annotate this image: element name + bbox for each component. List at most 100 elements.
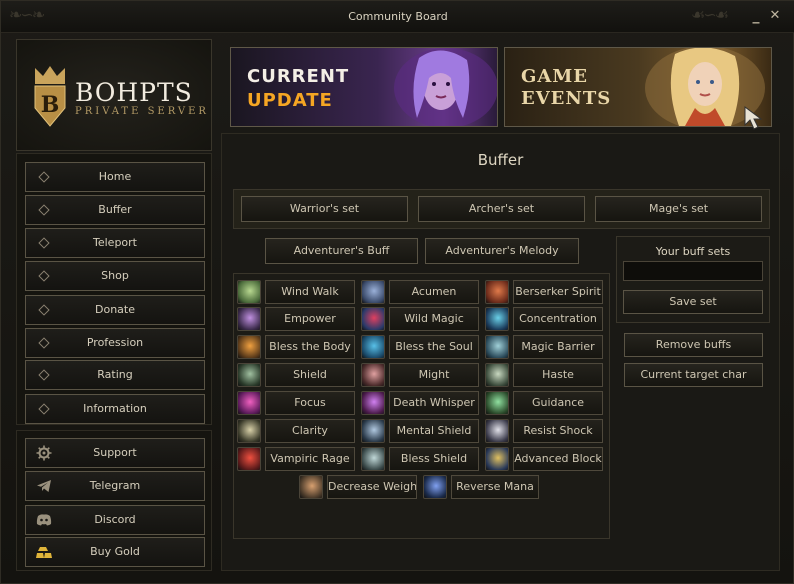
gear-icon	[36, 445, 52, 461]
gold-bars-icon	[36, 547, 52, 558]
haste-skill-icon	[485, 363, 509, 387]
shield-skill-icon	[237, 363, 261, 387]
nav-telegram-button[interactable]: Telegram	[25, 471, 205, 501]
berserker-spirit-skill-button[interactable]: Berserker Spirit	[513, 280, 603, 304]
empower-skill-icon	[237, 307, 261, 331]
title-bar[interactable]: ❧∽❧ Community Board ☙∽☙ _ ✕	[1, 1, 794, 33]
focus-skill-icon	[237, 391, 261, 415]
telegram-icon	[37, 480, 51, 492]
advanced-block-skill-icon	[485, 447, 509, 471]
bless-the-soul-skill-icon	[361, 335, 385, 359]
banner-update-line2: UPDATE	[247, 90, 333, 111]
magic-barrier-skill-button[interactable]: Magic Barrier	[513, 335, 603, 359]
diamond-icon	[38, 270, 50, 282]
current-target-char-button[interactable]: Current target char	[624, 363, 763, 387]
server-logo: B BOHPTS PRIVATE SERVER	[16, 39, 212, 151]
nav-rating-button[interactable]: Rating	[25, 360, 205, 390]
reverse-mana-skill-icon	[423, 475, 447, 499]
mouse-cursor-icon	[744, 106, 763, 130]
community-board-window: ❧∽❧ Community Board ☙∽☙ _ ✕ B BOHPTS PRI…	[0, 0, 794, 584]
nav-label: Rating	[97, 368, 133, 381]
magic-barrier-skill-icon	[485, 335, 509, 359]
reverse-mana-skill-button[interactable]: Reverse Mana	[451, 475, 539, 499]
nav-label: Teleport	[93, 236, 137, 249]
banner-events-line2: EVENTS	[521, 88, 612, 109]
shield-skill-button[interactable]: Shield	[265, 363, 355, 387]
empower-skill-button[interactable]: Empower	[265, 307, 355, 331]
crown-shield-icon: B	[34, 66, 66, 127]
guidance-skill-button[interactable]: Guidance	[513, 391, 603, 415]
mental-shield-skill-button[interactable]: Mental Shield	[389, 419, 479, 443]
game-events-banner[interactable]: GAME EVENTS	[504, 47, 772, 127]
nav-label: Buy Gold	[90, 545, 140, 558]
banner-update-line1: CURRENT	[247, 66, 350, 87]
mages-set-button[interactable]: Mage's set	[595, 196, 762, 222]
nav-support-button[interactable]: Support	[25, 438, 205, 468]
bless-shield-skill-icon	[361, 447, 385, 471]
haste-skill-button[interactable]: Haste	[513, 363, 603, 387]
vampiric-rage-skill-button[interactable]: Vampiric Rage	[265, 447, 355, 471]
nav-label: Profession	[86, 336, 144, 349]
warriors-set-button[interactable]: Warrior's set	[241, 196, 408, 222]
concentration-skill-icon	[485, 307, 509, 331]
nav-teleport-button[interactable]: Teleport	[25, 228, 205, 258]
nav-home-button[interactable]: Home	[25, 162, 205, 192]
might-skill-icon	[361, 363, 385, 387]
advanced-block-skill-button[interactable]: Advanced Block	[513, 447, 603, 471]
wild-magic-skill-button[interactable]: Wild Magic	[389, 307, 479, 331]
archers-set-button[interactable]: Archer's set	[418, 196, 585, 222]
nav-label: Support	[93, 446, 137, 459]
berserker-spirit-skill-icon	[485, 280, 509, 304]
nav-label: Telegram	[89, 479, 141, 492]
nav-buy-gold-button[interactable]: Buy Gold	[25, 537, 205, 567]
vampiric-rage-skill-icon	[237, 447, 261, 471]
your-buff-sets-box: Your buff sets Save set	[616, 236, 770, 323]
discord-icon	[36, 514, 52, 526]
concentration-skill-button[interactable]: Concentration	[513, 307, 603, 331]
might-skill-button[interactable]: Might	[389, 363, 479, 387]
wild-magic-skill-icon	[361, 307, 385, 331]
main-nav: Home Buffer Teleport Shop Donate Profess…	[16, 153, 212, 425]
mental-shield-skill-icon	[361, 419, 385, 443]
diamond-icon	[38, 337, 50, 349]
wind-walk-skill-icon	[237, 280, 261, 304]
adventurers-melody-button[interactable]: Adventurer's Melody	[425, 238, 579, 264]
nav-label: Buffer	[98, 203, 132, 216]
minimize-button[interactable]: _	[749, 9, 763, 23]
nav-label: Information	[83, 402, 147, 415]
logo-subtitle: PRIVATE SERVER	[75, 106, 209, 117]
diamond-icon	[38, 369, 50, 381]
resist-shock-skill-button[interactable]: Resist Shock	[513, 419, 603, 443]
nav-profession-button[interactable]: Profession	[25, 328, 205, 358]
remove-buffs-button[interactable]: Remove buffs	[624, 333, 763, 357]
decrease-weight-skill-button[interactable]: Decrease Weight	[327, 475, 417, 499]
your-buff-sets-title: Your buff sets	[655, 245, 731, 258]
nav-discord-button[interactable]: Discord	[25, 505, 205, 535]
adventurers-buff-button[interactable]: Adventurer's Buff	[265, 238, 418, 264]
diamond-icon	[38, 171, 50, 183]
buff-set-name-input[interactable]	[623, 261, 763, 281]
current-update-banner[interactable]: CURRENT UPDATE	[230, 47, 498, 127]
svg-text:B: B	[41, 92, 60, 118]
acumen-skill-icon	[361, 280, 385, 304]
focus-skill-button[interactable]: Focus	[265, 391, 355, 415]
diamond-icon	[38, 237, 50, 249]
nav-buffer-button[interactable]: Buffer	[25, 195, 205, 225]
death-whisper-skill-button[interactable]: Death Whisper	[389, 391, 479, 415]
bless-the-soul-skill-button[interactable]: Bless the Soul	[389, 335, 479, 359]
acumen-skill-button[interactable]: Acumen	[389, 280, 479, 304]
resist-shock-skill-icon	[485, 419, 509, 443]
nav-shop-button[interactable]: Shop	[25, 261, 205, 291]
nav-information-button[interactable]: Information	[25, 394, 205, 424]
bless-shield-skill-button[interactable]: Bless Shield	[389, 447, 479, 471]
close-button[interactable]: ✕	[768, 9, 782, 23]
save-set-button[interactable]: Save set	[623, 290, 763, 314]
bless-the-body-skill-button[interactable]: Bless the Body	[265, 335, 355, 359]
wind-walk-skill-button[interactable]: Wind Walk	[265, 280, 355, 304]
guidance-skill-icon	[485, 391, 509, 415]
nav-label: Discord	[94, 513, 136, 526]
section-title: Buffer	[477, 151, 524, 169]
clarity-skill-button[interactable]: Clarity	[265, 419, 355, 443]
bless-the-body-skill-icon	[237, 335, 261, 359]
nav-donate-button[interactable]: Donate	[25, 295, 205, 325]
